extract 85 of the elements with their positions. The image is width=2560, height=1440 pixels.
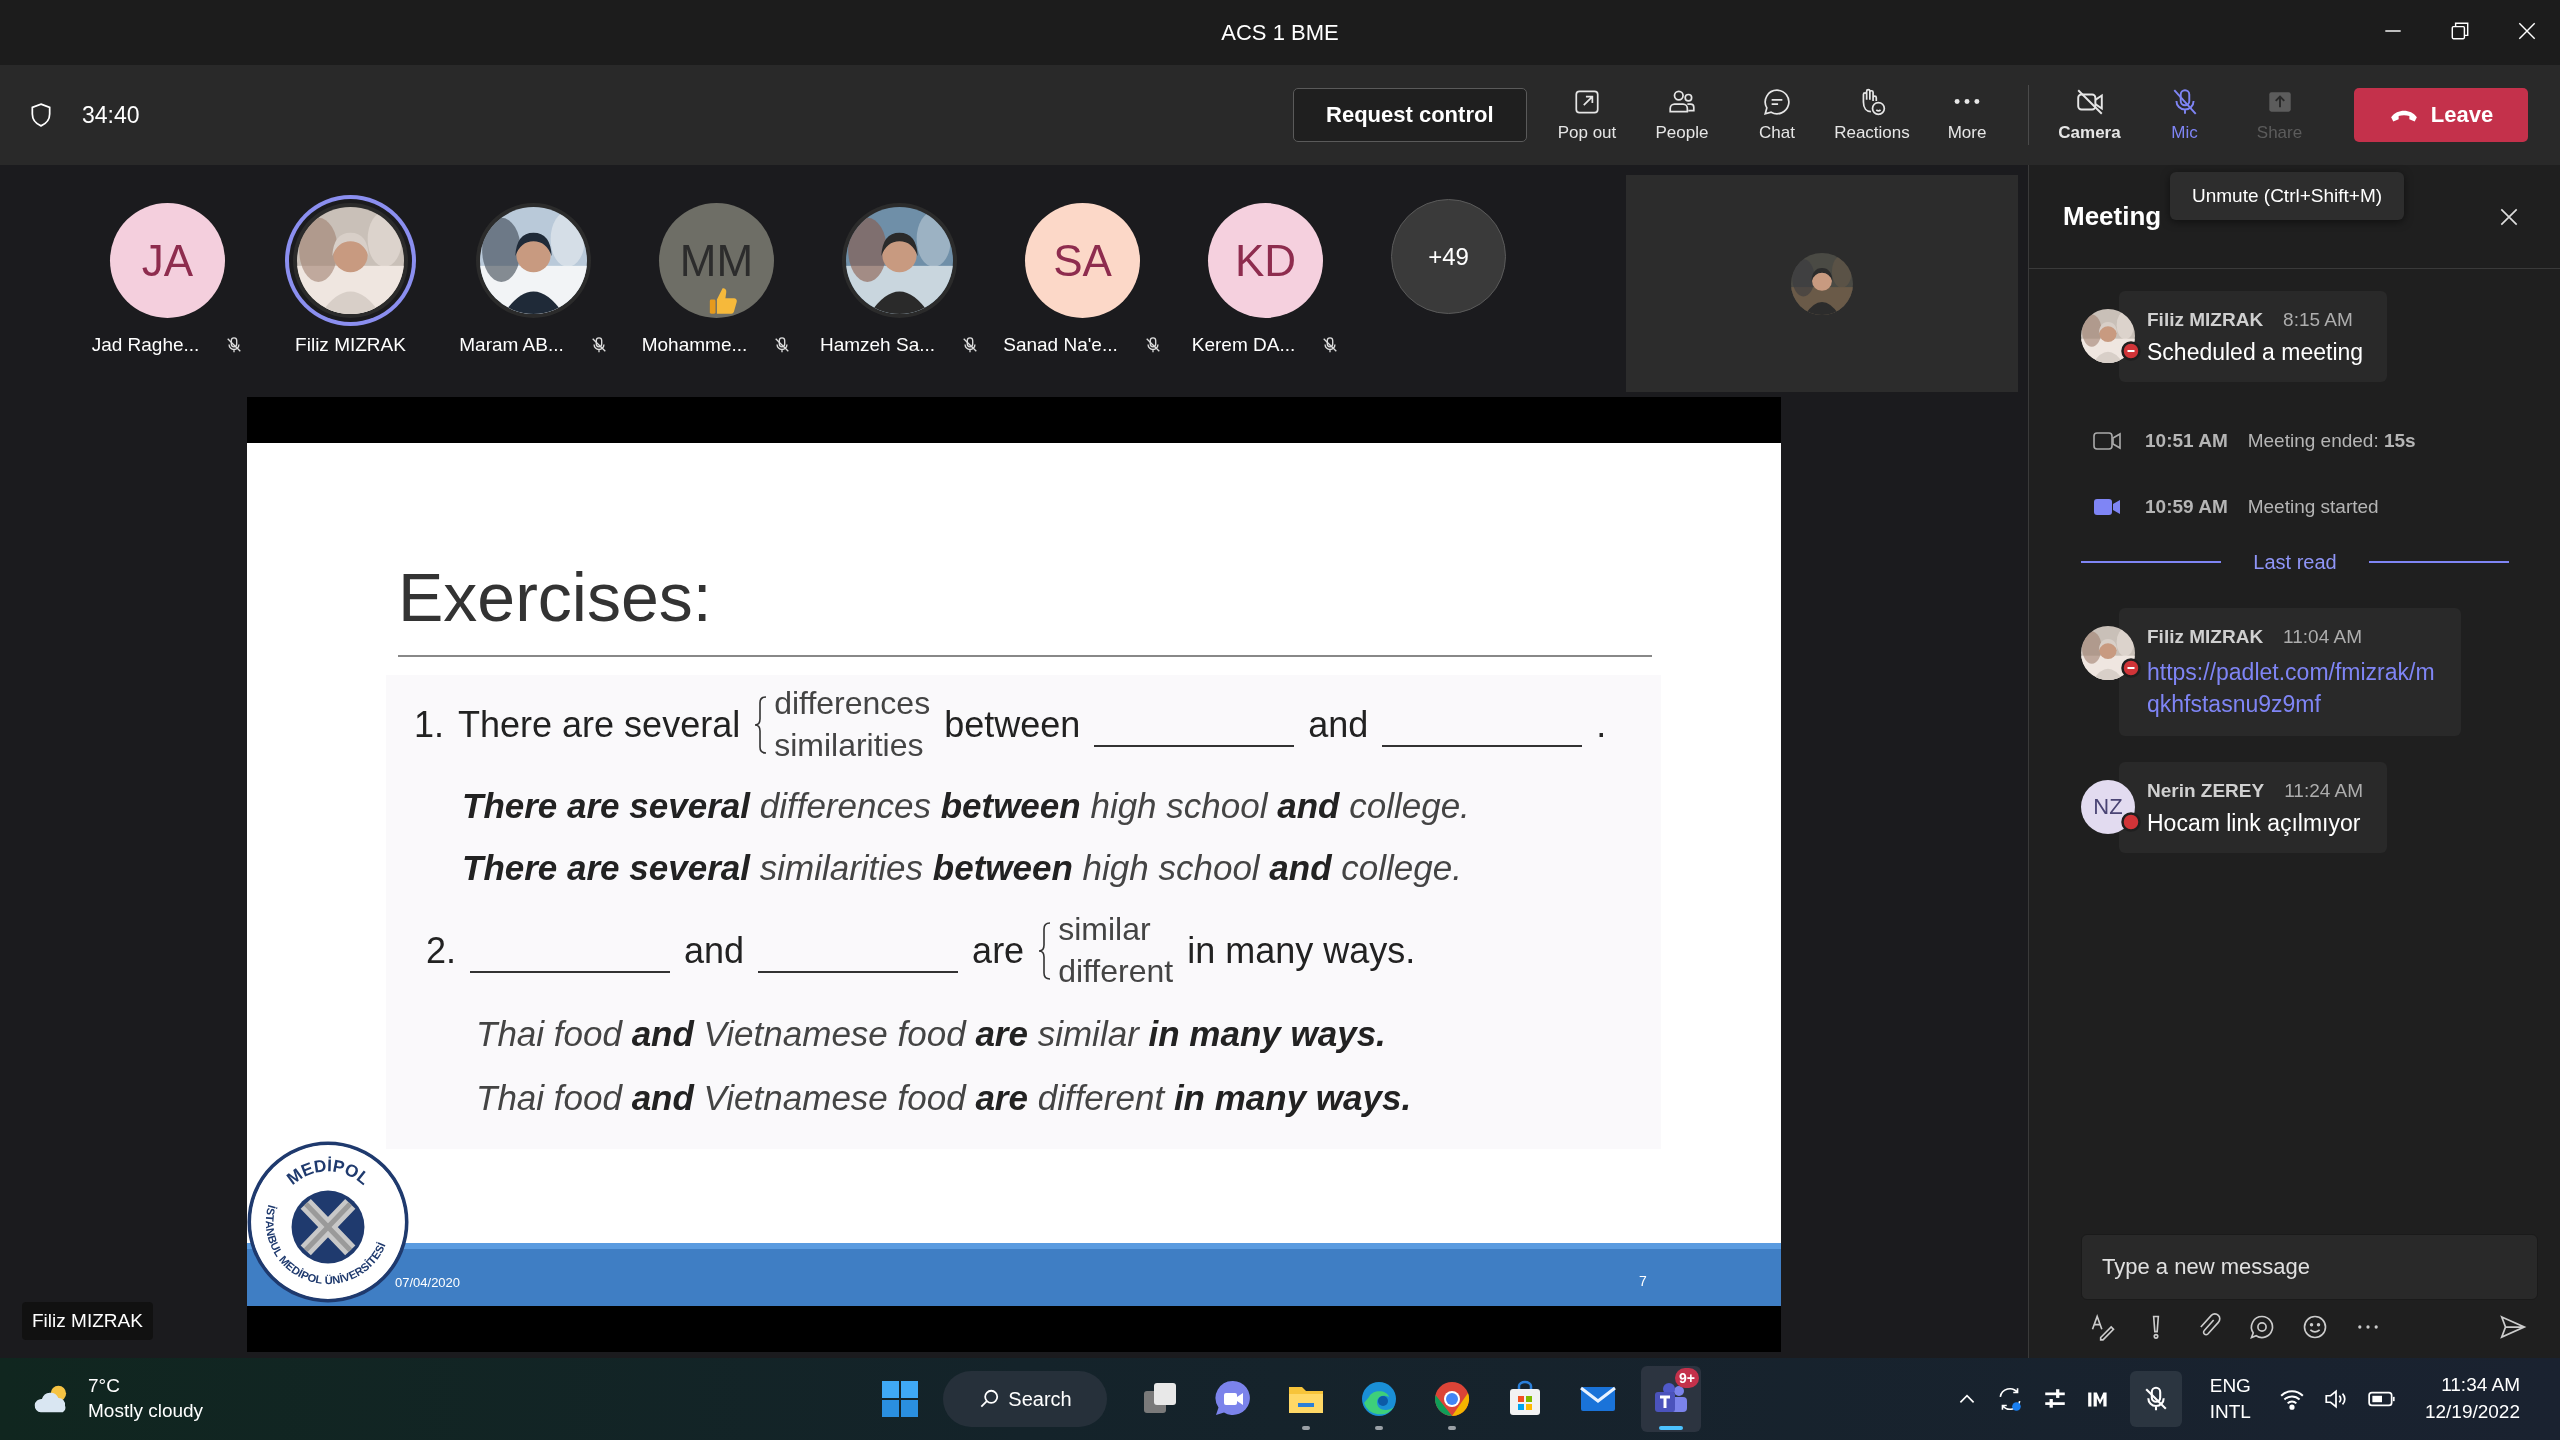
notification-badge: 9+ (1675, 1368, 1699, 1388)
exercise-text: and (1308, 703, 1369, 746)
wave-circle-icon (1359, 1379, 1399, 1419)
event-text: Meeting ended: 15s (2247, 430, 2416, 452)
participant-name: Jad Raghe... (91, 334, 200, 356)
taskbar-search-button[interactable]: Search (943, 1371, 1107, 1427)
participant-avatar[interactable]: SA (1025, 203, 1140, 318)
example-sentence: There are several differences between high school and college. (461, 784, 1471, 827)
event-time: 10:51 AM (2145, 430, 2228, 452)
slide-date: 07/04/2020 (395, 1275, 461, 1290)
tricolor-circle-icon (1432, 1379, 1472, 1419)
last-read-marker: Last read (2253, 550, 2337, 574)
presenter-name-tag: Filiz MIZRAK (22, 1302, 153, 1340)
curly-brace (754, 693, 769, 756)
loop-icon[interactable] (2248, 1313, 2276, 1341)
slide-title: Exercises: (398, 563, 713, 631)
exercise-number: 2. (426, 929, 457, 972)
participant-avatar[interactable]: JA (110, 203, 225, 318)
taskbar-app[interactable]: 9+ (1641, 1366, 1701, 1432)
message-text: Scheduled a meeting (2147, 339, 2364, 365)
chat-title: Meeting (2063, 201, 2162, 232)
leave-button[interactable]: Leave (2354, 88, 2528, 142)
exercise-text: are (972, 929, 1025, 972)
exercise-number: 1. (414, 703, 445, 746)
choice-option: different (1058, 950, 1174, 993)
format-pen-icon[interactable] (2089, 1313, 2117, 1341)
exercise-text: in many ways. (1187, 929, 1416, 972)
weather-temperature: 7°C (88, 1374, 121, 1399)
exercise-text: and (684, 929, 745, 972)
curly-brace (1038, 919, 1053, 982)
exercise-text: . (1596, 703, 1607, 746)
toolbar-button[interactable]: People (1635, 75, 1729, 155)
participant-avatar[interactable]: KD (1208, 203, 1323, 318)
message-time: 11:24 AM (2284, 780, 2364, 803)
chat-icon (1762, 87, 1792, 117)
participant-name: Mohamme... (641, 334, 748, 356)
event-time: 10:59 AM (2145, 496, 2228, 518)
participant-name: Kerem DA... (1191, 334, 1296, 356)
toolbar-button[interactable]: Mic (2138, 75, 2231, 155)
example-sentence: Thai food and Vietnamese food are similar in many ways. (475, 1012, 1387, 1055)
more-icon (1954, 98, 1980, 105)
participant-name: Sanad Na'e... (1003, 334, 1118, 356)
windows-start-icon[interactable] (880, 1379, 920, 1419)
message-author: Nerin ZEREY (2147, 780, 2265, 803)
message-author: Filiz MIZRAK (2147, 626, 2264, 648)
search-icon (978, 1388, 1001, 1410)
choice-option: similar (1058, 908, 1174, 951)
toolbar-button[interactable]: Camera (2043, 75, 2136, 155)
message-input[interactable]: Type a new message (2081, 1234, 2538, 1300)
participant-name: Maram AB... (459, 334, 564, 356)
message-link[interactable]: https://padlet.com/fmizrak/mqkhfstasnu9z9mf (2147, 656, 2437, 721)
clock-time[interactable]: 11:34 AM (2441, 1372, 2520, 1399)
participant-name: Filiz MIZRAK (295, 334, 406, 356)
window-title: ACS 1 BME (1221, 19, 1339, 46)
message-text: Hocam link açılmıyor (2147, 810, 2361, 837)
choice-option: similarities (774, 724, 931, 767)
participant-name: Hamzeh Sa... (819, 334, 936, 356)
tooltip: Unmute (Ctrl+Shift+M) (2170, 172, 2405, 220)
camera-off-icon (2074, 87, 2105, 117)
meeting-timer: 34:40 (82, 101, 140, 129)
event-text: Meeting started (2247, 496, 2379, 518)
weather-condition: Mostly cloudy (88, 1399, 204, 1423)
toolbar-button[interactable]: More (1920, 75, 2014, 155)
exercise-text: between (944, 703, 1081, 746)
request-control-button[interactable]: Request control (1293, 88, 1527, 142)
pop-out-icon (1572, 87, 1602, 117)
toolbar-button[interactable]: Pop out (1540, 75, 1634, 155)
message-author: Filiz MIZRAK (2147, 309, 2264, 331)
shield-icon (28, 102, 54, 128)
emoji-icon[interactable] (2301, 1313, 2329, 1341)
input-language[interactable]: ENG (2209, 1373, 2251, 1399)
example-sentence: Thai food and Vietnamese food are different in many ways. (475, 1076, 1413, 1119)
exercise-text: There are several (458, 703, 741, 746)
choice-option: differences (774, 682, 931, 725)
close-icon[interactable] (2516, 20, 2538, 42)
restore-icon[interactable] (2449, 20, 2471, 42)
toolbar-button[interactable]: Chat (1730, 75, 1824, 155)
toolbar-button[interactable]: Reactions (1825, 75, 1919, 155)
message-time: 11:04 AM (2283, 626, 2362, 648)
clock-date[interactable]: 12/19/2022 (2424, 1399, 2520, 1426)
message-time: 8:15 AM (2283, 309, 2353, 331)
keyboard-layout[interactable]: INTL (2209, 1399, 2251, 1425)
more-participants-button[interactable]: +49 (1391, 199, 1506, 314)
example-sentence: There are several similarities between high school and college. (461, 846, 1463, 889)
slide-page-number: 7 (1639, 1273, 1647, 1289)
